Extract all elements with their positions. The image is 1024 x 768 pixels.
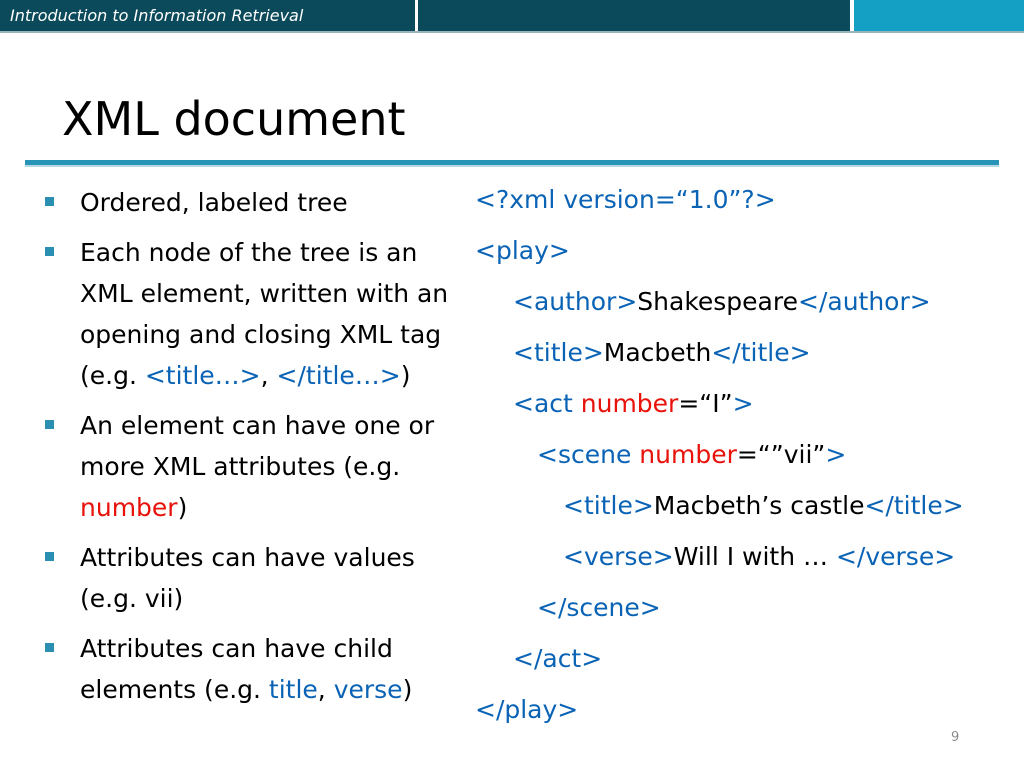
xml-tag: </title>: [864, 491, 964, 520]
bullet-list: Ordered, labeled tree Each node of the t…: [45, 182, 475, 719]
header-underline: [0, 31, 1024, 33]
child-example-verse: verse: [333, 675, 403, 704]
bullet-text: ): [400, 361, 411, 390]
bullet-text: An element can have one or more XML attr…: [80, 411, 435, 481]
xml-tag: <scene: [537, 440, 640, 469]
xml-text: Macbeth: [603, 338, 712, 367]
bullet-text: ,: [317, 675, 334, 704]
page-number: 9: [951, 730, 960, 745]
xml-tag: </scene>: [537, 593, 661, 622]
xml-attribute-value: =“I”: [678, 389, 733, 418]
code-line: </act>: [513, 639, 602, 679]
course-title: Introduction to Information Retrieval: [10, 6, 304, 25]
bullet-square-icon: [45, 247, 54, 256]
bullet-text: ,: [260, 361, 277, 390]
bullet-square-icon: [45, 552, 54, 561]
code-line: <author>Shakespeare</author>: [513, 282, 931, 322]
code-line: </scene>: [537, 588, 661, 628]
bullet-square-icon: [45, 197, 54, 206]
xml-declaration: <?xml version=“1.0”?>: [475, 185, 776, 214]
xml-tag: </verse>: [835, 542, 956, 571]
code-line: <verse>Will I with … </verse>: [563, 537, 955, 577]
code-line: </play>: [475, 690, 578, 730]
xml-attribute: number: [639, 440, 737, 469]
attribute-example: number: [80, 493, 178, 522]
title-rule-shadow: [25, 165, 999, 167]
code-line: <title>Macbeth</title>: [513, 333, 811, 373]
xml-tag: </author>: [798, 287, 931, 316]
header-segment-dark-2: [418, 0, 850, 31]
bullet-square-icon: [45, 643, 54, 652]
xml-attribute-value: =“”vii”: [736, 440, 826, 469]
code-line: <?xml version=“1.0”?>: [475, 180, 776, 220]
xml-tag: <play>: [475, 236, 570, 265]
bullet-item: Attributes can have child elements (e.g.…: [45, 628, 475, 710]
xml-tag: >: [732, 389, 754, 418]
bullet-text: ): [177, 493, 188, 522]
bullet-square-icon: [45, 420, 54, 429]
bullet-item: Ordered, labeled tree: [45, 182, 475, 223]
xml-text: Will I with …: [673, 542, 836, 571]
code-line: <title>Macbeth’s castle</title>: [563, 486, 964, 526]
slide-title: XML document: [62, 92, 406, 146]
xml-tag: </title>: [711, 338, 811, 367]
code-line: <act number=“I”>: [513, 384, 754, 424]
xml-attribute: number: [580, 389, 679, 418]
child-example-title: title: [268, 675, 318, 704]
xml-tag: >: [825, 440, 847, 469]
xml-tag: <act: [513, 389, 581, 418]
code-line: <play>: [475, 231, 570, 271]
header-segment-light: [854, 0, 1024, 31]
tag-example-open: <title…>: [144, 361, 261, 390]
code-line: <scene number=“”vii”>: [537, 435, 846, 475]
bullet-item: Each node of the tree is an XML element,…: [45, 232, 475, 396]
xml-tag: </play>: [475, 695, 579, 724]
xml-text: Shakespeare: [637, 287, 798, 316]
xml-tag: <author>: [513, 287, 638, 316]
xml-tag: <title>: [513, 338, 604, 367]
bullet-text: Ordered, labeled tree: [80, 188, 348, 217]
bullet-text: Attributes can have values (e.g. vii): [80, 543, 415, 613]
bullet-item: Attributes can have values (e.g. vii): [45, 537, 475, 619]
bullet-item: An element can have one or more XML attr…: [45, 405, 475, 528]
xml-text: Macbeth’s castle: [653, 491, 865, 520]
xml-tag: <title>: [563, 491, 654, 520]
bullet-text: ): [402, 675, 413, 704]
tag-example-close: </title…>: [276, 361, 401, 390]
xml-tag: </act>: [513, 644, 603, 673]
xml-tag: <verse>: [563, 542, 674, 571]
header-bar: Introduction to Information Retrieval: [0, 0, 1024, 33]
